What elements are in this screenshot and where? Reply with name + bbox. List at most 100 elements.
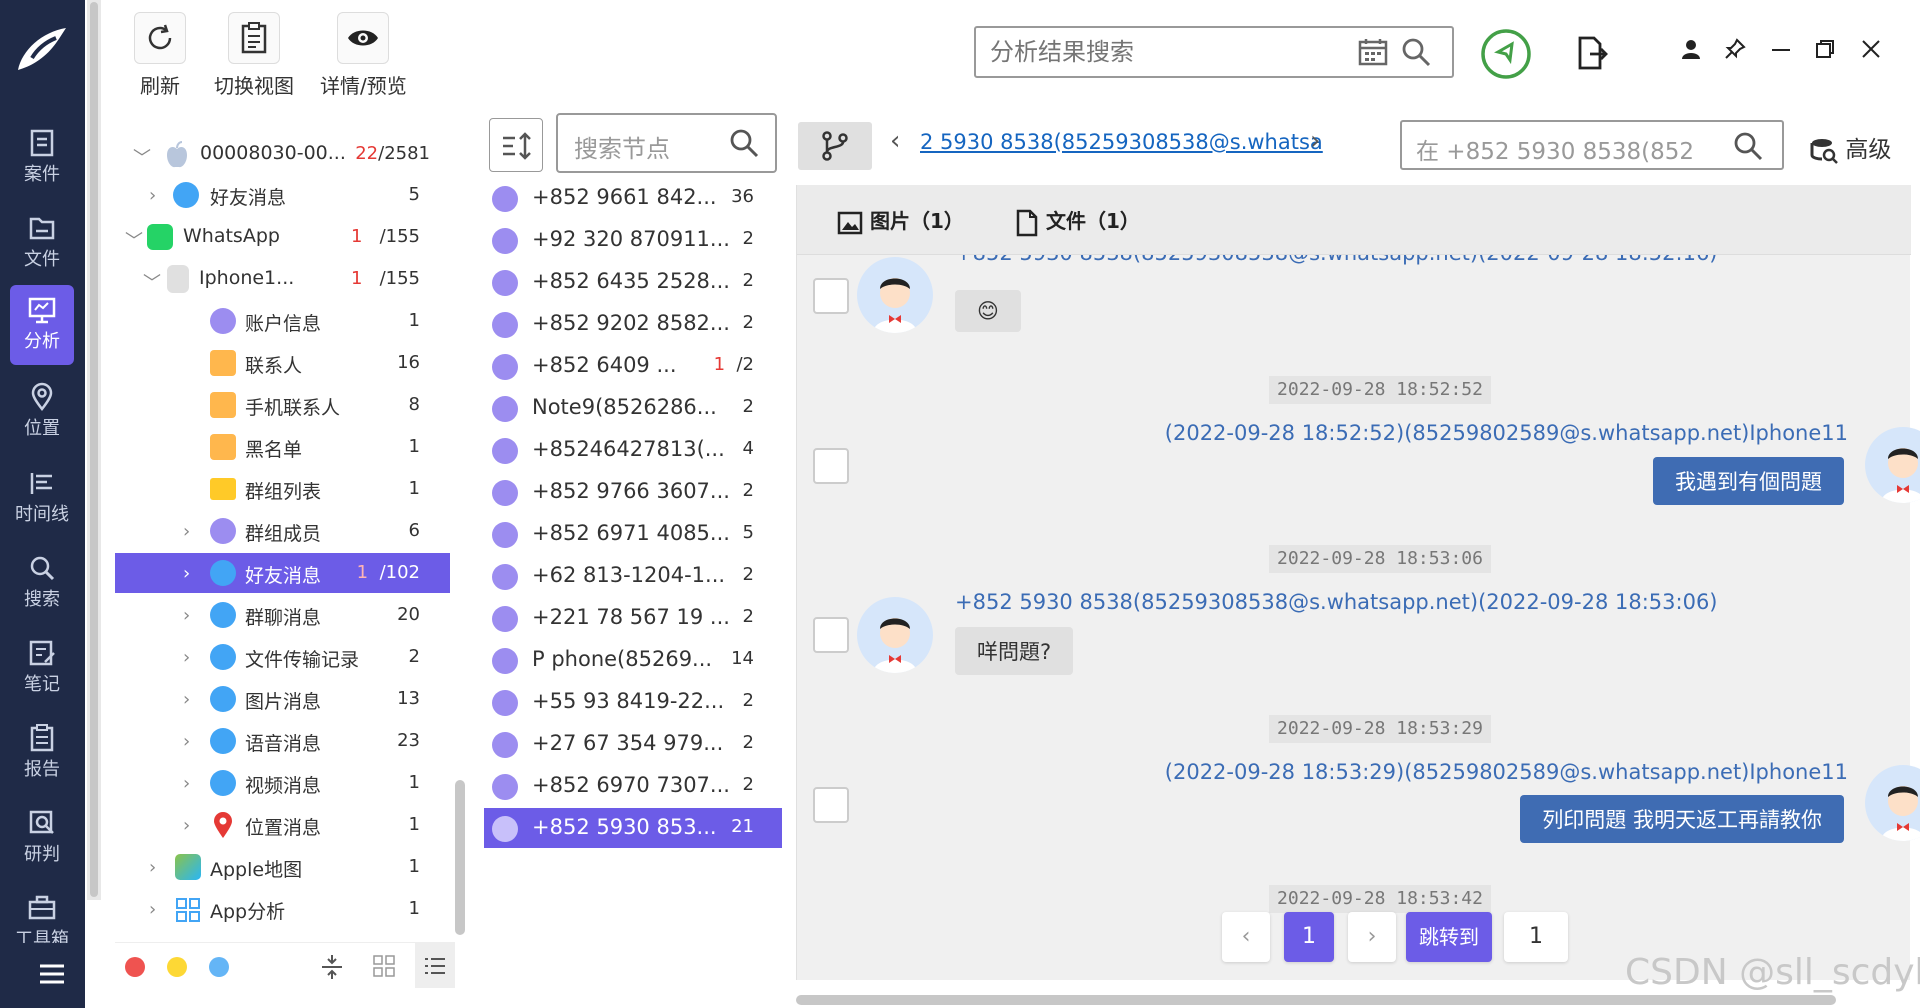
next-page-button[interactable]: ›: [1348, 912, 1396, 962]
detail-preview-button[interactable]: 详情/预览: [320, 12, 407, 99]
tree-item-image-messages[interactable]: › 图片消息 13: [115, 679, 450, 719]
node-search-input[interactable]: 搜索节点: [556, 113, 777, 173]
tree-item-contacts[interactable]: 联系人 16: [115, 343, 450, 383]
collapse-icon[interactable]: [320, 953, 344, 981]
contact-item[interactable]: +92 320 870911... 2: [484, 220, 782, 260]
search-icon[interactable]: [728, 127, 760, 159]
message-checkbox[interactable]: [813, 448, 849, 484]
chevron-right-icon[interactable]: ›: [149, 899, 156, 920]
red-dot-icon[interactable]: [125, 957, 145, 977]
restore-icon[interactable]: [1814, 38, 1836, 60]
search-icon[interactable]: [1400, 36, 1432, 68]
jump-page-input[interactable]: 1: [1504, 912, 1568, 962]
nav-toolbox[interactable]: 工具箱: [10, 883, 74, 943]
status-shield-icon[interactable]: [1480, 28, 1532, 80]
advanced-search-button[interactable]: 高级: [1810, 130, 1891, 165]
list-view-button[interactable]: [415, 943, 455, 988]
analysis-search-field[interactable]: [990, 38, 1350, 66]
tree-item-group-list[interactable]: 群组列表 1: [115, 469, 450, 509]
page-number-current[interactable]: 1: [1284, 912, 1334, 962]
tree-item-phone-contacts[interactable]: 手机联系人 8: [115, 385, 450, 425]
prev-chevron-icon[interactable]: ‹: [890, 126, 900, 156]
contact-item[interactable]: +62 813-1204-1... 2: [484, 556, 782, 596]
chat-title-link[interactable]: 2 5930 8538(85259308538@s.whatsa: [920, 130, 1323, 154]
nav-case[interactable]: 案件: [10, 118, 74, 198]
chevron-right-icon[interactable]: ›: [183, 731, 190, 752]
contact-item[interactable]: +85246427813(... 4: [484, 430, 782, 470]
tree-item-account-info[interactable]: 账户信息 1: [115, 301, 450, 341]
refresh-button[interactable]: 刷新: [134, 12, 186, 99]
nav-files[interactable]: 文件: [10, 203, 74, 283]
tree-item-group-members[interactable]: › 群组成员 6: [115, 511, 450, 551]
search-icon[interactable]: [1732, 130, 1764, 162]
outer-scrollbar[interactable]: [87, 0, 101, 900]
in-chat-search-input[interactable]: 在 +852 5930 8538(852: [1400, 120, 1784, 170]
branch-button[interactable]: [798, 122, 872, 170]
menu-icon[interactable]: [38, 962, 66, 986]
nav-location[interactable]: 位置: [10, 372, 74, 452]
nav-analysis[interactable]: 分析: [10, 285, 74, 365]
chevron-right-icon[interactable]: ›: [183, 563, 190, 584]
tree-item-friend-messages[interactable]: › 好友消息 1 /102: [115, 553, 450, 593]
chevron-right-icon[interactable]: ›: [183, 647, 190, 668]
images-tab[interactable]: 图片（1）: [837, 205, 964, 236]
tree-item-location-messages[interactable]: › 位置消息 1: [115, 805, 450, 845]
tree-item-video-messages[interactable]: › 视频消息 1: [115, 763, 450, 803]
chevron-right-icon[interactable]: ›: [183, 521, 190, 542]
tree-item-whatsapp[interactable]: ﹀ WhatsApp 1 /155: [115, 217, 450, 257]
chevron-right-icon[interactable]: ›: [183, 773, 190, 794]
yellow-dot-icon[interactable]: [167, 957, 187, 977]
tree-scrollbar[interactable]: [455, 780, 465, 935]
tree-root-device[interactable]: ﹀ 00008030-00... 22/2581: [115, 134, 450, 174]
prev-page-button[interactable]: ‹: [1222, 912, 1270, 962]
message-checkbox[interactable]: [813, 617, 849, 653]
switch-view-button[interactable]: 切换视图: [214, 12, 294, 99]
contact-item[interactable]: +221 78 567 19 ... 2: [484, 598, 782, 638]
tree-item-friend-messages-top[interactable]: › 好友消息 5: [115, 175, 450, 215]
chevron-right-icon[interactable]: ›: [183, 815, 190, 836]
message-checkbox[interactable]: [813, 278, 849, 314]
tree-item-app-analysis[interactable]: › App分析 1: [115, 889, 450, 929]
sort-button[interactable]: [489, 118, 543, 172]
contact-item[interactable]: +852 6409 ... 1 /2: [484, 346, 782, 386]
close-icon[interactable]: [1860, 38, 1882, 60]
blue-dot-icon[interactable]: [209, 957, 229, 977]
jump-to-button[interactable]: 跳转到: [1406, 912, 1492, 962]
nav-report[interactable]: 报告: [10, 713, 74, 793]
analysis-search-input[interactable]: [974, 26, 1454, 78]
tree-item-iphone[interactable]: ﹀ Iphone1... 1 /155: [115, 259, 450, 299]
next-chevron-icon[interactable]: ›: [1310, 126, 1320, 156]
tree-item-group-chat[interactable]: › 群聊消息 20: [115, 595, 450, 635]
chevron-right-icon[interactable]: ›: [149, 857, 156, 878]
tree-item-apple-maps[interactable]: › Apple地图 1: [115, 847, 450, 887]
user-icon[interactable]: [1680, 38, 1702, 60]
nav-search[interactable]: 搜索: [10, 543, 74, 623]
contact-item[interactable]: +852 9202 8582... 2: [484, 304, 782, 344]
message-checkbox[interactable]: [813, 787, 849, 823]
chat-horizontal-scrollbar[interactable]: [796, 995, 1836, 1005]
grid-view-icon[interactable]: [373, 955, 395, 977]
chevron-right-icon[interactable]: ›: [183, 605, 190, 626]
contact-item[interactable]: +852 9661 842... 36: [484, 178, 782, 218]
nav-timeline[interactable]: 时间线: [10, 458, 74, 538]
chevron-right-icon[interactable]: ›: [183, 689, 190, 710]
contact-item-selected[interactable]: +852 5930 853... 21: [484, 808, 782, 848]
minimize-icon[interactable]: [1770, 38, 1792, 60]
chevron-down-icon[interactable]: ﹀: [125, 227, 143, 253]
contact-item[interactable]: +27 67 354 979... 2: [484, 724, 782, 764]
nav-judge[interactable]: 研判: [10, 798, 74, 878]
calendar-icon[interactable]: [1358, 38, 1388, 66]
contact-item[interactable]: +852 6970 7307... 2: [484, 766, 782, 806]
tree-item-blacklist[interactable]: 黑名单 1: [115, 427, 450, 467]
tree-item-voice-messages[interactable]: › 语音消息 23: [115, 721, 450, 761]
contact-item[interactable]: +55 93 8419-22... 2: [484, 682, 782, 722]
chevron-down-icon[interactable]: ﹀: [133, 144, 151, 170]
chevron-right-icon[interactable]: ›: [149, 185, 156, 206]
contact-item[interactable]: Note9(8526286... 2: [484, 388, 782, 428]
export-icon[interactable]: [1576, 36, 1608, 70]
contact-item[interactable]: P phone(85269... 14: [484, 640, 782, 680]
chevron-down-icon[interactable]: ﹀: [143, 269, 161, 295]
files-tab[interactable]: 文件（1）: [1015, 205, 1140, 237]
nav-notes[interactable]: 笔记: [10, 628, 74, 708]
pin-icon[interactable]: [1724, 38, 1746, 60]
